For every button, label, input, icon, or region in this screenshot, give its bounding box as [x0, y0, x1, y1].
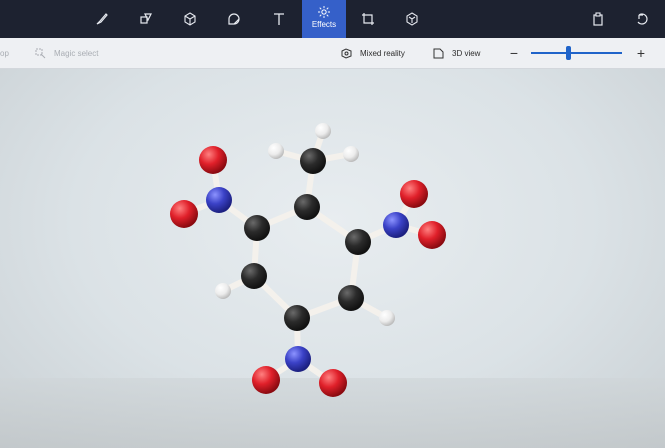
nitrogen-atom: [285, 346, 311, 372]
oxygen-atom: [199, 146, 227, 174]
canvas-area[interactable]: [0, 69, 665, 448]
undo-icon[interactable]: [620, 0, 664, 38]
carbon-atom: [300, 148, 326, 174]
hydrogen-atom: [343, 146, 359, 162]
magic-select-icon: [35, 48, 46, 58]
nitrogen-atom: [206, 187, 232, 213]
effects-label: Effects: [311, 20, 337, 29]
zoom-slider[interactable]: [531, 52, 622, 54]
effects-icon: [318, 6, 330, 18]
3d-library-icon[interactable]: [390, 0, 434, 38]
oxygen-atom: [418, 221, 446, 249]
magic-select-button[interactable]: Magic select: [35, 38, 98, 68]
hydrogen-atom: [315, 123, 331, 139]
mixed-reality-label: Mixed reality: [360, 48, 405, 58]
oxygen-atom: [400, 180, 428, 208]
carbon-atom: [294, 194, 320, 220]
hydrogen-atom: [379, 310, 395, 326]
3d-shapes-icon[interactable]: [168, 0, 212, 38]
carbon-atom: [241, 263, 267, 289]
mixed-reality-button[interactable]: Mixed reality: [341, 38, 405, 68]
canvas-icon[interactable]: [346, 0, 390, 38]
tab-effects[interactable]: Effects: [302, 0, 346, 38]
zoom-slider-thumb[interactable]: [566, 46, 571, 60]
3d-view-button[interactable]: 3D view: [433, 38, 480, 68]
3d-view-label: 3D view: [452, 48, 481, 58]
nitrogen-atom: [383, 212, 409, 238]
effects-subtoolbar: op Magic select Mixed reality 3D view − …: [0, 38, 665, 69]
molecule-model[interactable]: [0, 69, 665, 448]
zoom-out-button[interactable]: −: [506, 44, 522, 62]
magic-select-label: Magic select: [54, 48, 99, 58]
hydrogen-atom: [215, 283, 231, 299]
text-icon[interactable]: [257, 0, 301, 38]
brushes-icon[interactable]: [80, 0, 124, 38]
oxygen-atom: [170, 200, 198, 228]
hydrogen-atom: [268, 143, 284, 159]
oxygen-atom: [252, 366, 280, 394]
carbon-atom: [244, 215, 270, 241]
carbon-atom: [284, 305, 310, 331]
stickers-icon[interactable]: [212, 0, 256, 38]
carbon-atom: [345, 229, 371, 255]
2d-shapes-icon[interactable]: [124, 0, 168, 38]
3d-view-icon: [433, 48, 444, 58]
crop-label: op: [0, 48, 9, 58]
paste-icon[interactable]: [576, 0, 620, 38]
oxygen-atom: [319, 369, 347, 397]
carbon-atom: [338, 285, 364, 311]
main-toolbar: Effects: [0, 0, 665, 38]
mixed-reality-icon: [341, 47, 352, 59]
crop-button[interactable]: op: [0, 38, 9, 68]
zoom-in-button[interactable]: +: [633, 44, 649, 62]
